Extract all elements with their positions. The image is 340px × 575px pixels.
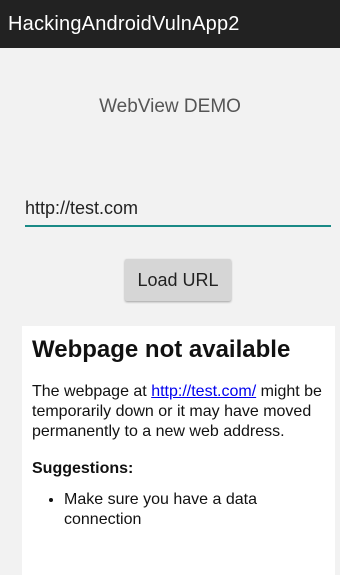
webview-error-heading: Webpage not available xyxy=(32,336,291,363)
webview[interactable]: Webpage not available The webpage at htt… xyxy=(22,326,335,575)
app-bar: HackingAndroidVulnApp2 xyxy=(0,0,340,48)
error-message-prefix: The webpage at xyxy=(32,383,152,400)
suggestion-item: Make sure you have a data connection xyxy=(64,490,325,530)
app-title: HackingAndroidVulnApp2 xyxy=(8,12,240,35)
webview-error-message: The webpage at http://test.com/ might be… xyxy=(32,382,325,442)
url-input[interactable] xyxy=(25,191,331,227)
webview-url-link[interactable]: http://test.com/ xyxy=(151,383,256,400)
url-input-container xyxy=(25,191,331,229)
suggestions-list: Make sure you have a data connection xyxy=(32,490,325,530)
screen-title: WebView DEMO xyxy=(99,96,241,117)
suggestions-label: Suggestions: xyxy=(32,460,134,477)
load-url-button[interactable]: Load URL xyxy=(125,259,231,301)
